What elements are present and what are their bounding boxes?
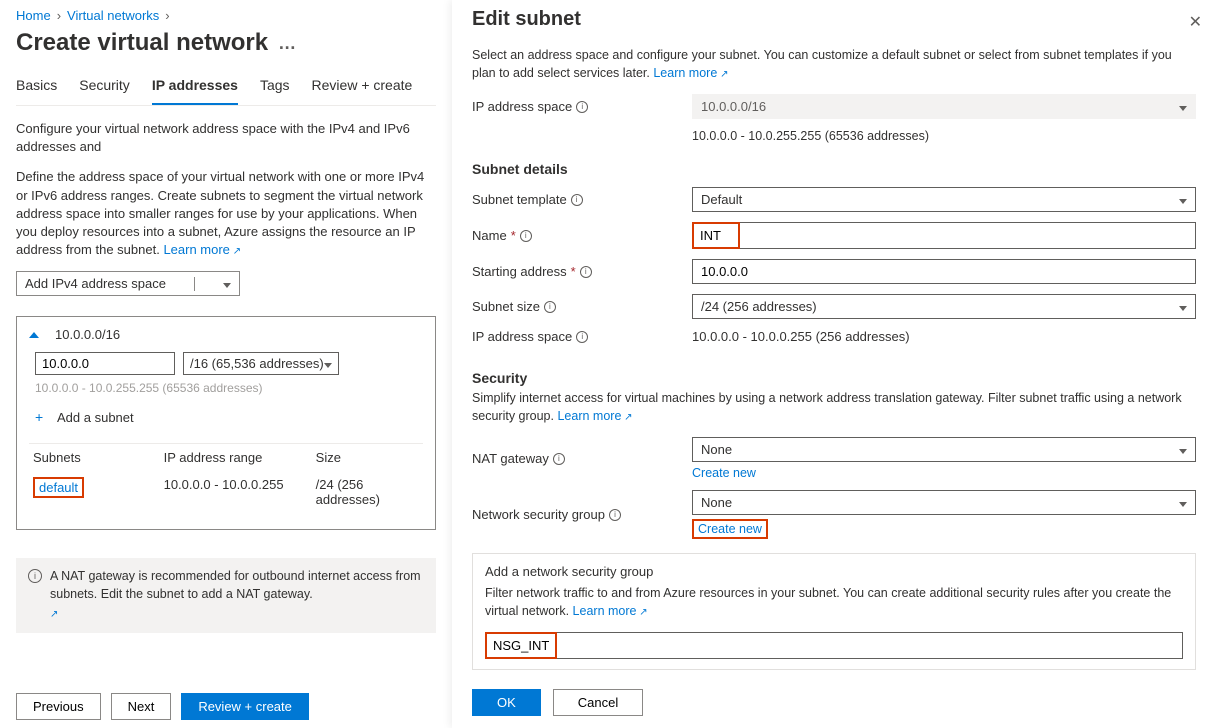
ip-space-range-text: 10.0.0.0 - 10.0.255.255 (65536 addresses… <box>692 129 1196 143</box>
address-space-card: 10.0.0.0/16 /16 (65,536 addresses) 10.0.… <box>16 316 436 530</box>
nsg-name-highlight <box>485 632 557 659</box>
chevron-down-icon <box>223 276 231 291</box>
table-row: default 10.0.0.0 - 10.0.0.255 /24 (256 a… <box>29 471 423 513</box>
tab-security[interactable]: Security <box>79 71 130 105</box>
info-icon[interactable]: i <box>576 101 588 113</box>
add-nsg-box: Add a network security group Filter netw… <box>472 553 1196 670</box>
label-nat: NAT gateway <box>472 451 549 466</box>
cancel-button[interactable]: Cancel <box>553 689 643 716</box>
tab-ip-addresses[interactable]: IP addresses <box>152 71 238 105</box>
edit-subnet-panel: ✕ Edit subnet Select an address space an… <box>452 0 1216 728</box>
info-icon[interactable]: i <box>576 331 588 343</box>
label-subnet-size: Subnet size <box>472 299 540 314</box>
review-create-button[interactable]: Review + create <box>181 693 309 720</box>
col-subnets: Subnets <box>29 450 164 465</box>
panel-footer: OK Cancel <box>472 689 643 716</box>
nat-gateway-select[interactable]: None <box>692 437 1196 462</box>
breadcrumb-home[interactable]: Home <box>16 8 51 23</box>
ip-space-readonly: 10.0.0.0/16 <box>692 94 1196 119</box>
learn-more-link[interactable]: Learn more <box>653 66 728 80</box>
info-icon[interactable]: i <box>553 453 565 465</box>
chevron-down-icon <box>1179 442 1187 457</box>
chevron-right-icon: › <box>165 8 169 23</box>
learn-more-link[interactable]: Learn more <box>163 242 241 257</box>
col-range: IP address range <box>164 450 316 465</box>
label-template: Subnet template <box>472 192 567 207</box>
chevron-down-icon <box>1179 192 1187 207</box>
add-address-space-dropdown[interactable]: Add IPv4 address space <box>16 271 240 296</box>
security-desc: Simplify internet access for virtual mac… <box>472 390 1196 425</box>
starting-address-input[interactable] <box>692 259 1196 284</box>
subnet-name-input[interactable] <box>738 222 1196 249</box>
address-space-cidr: 10.0.0.0/16 <box>55 327 120 342</box>
panel-title: Edit subnet <box>472 8 1196 31</box>
breadcrumb: Home › Virtual networks › <box>16 8 436 23</box>
section-subnet-details: Subnet details <box>472 161 1196 177</box>
address-start-input[interactable] <box>35 352 175 375</box>
section-security: Security <box>472 370 1196 386</box>
tab-tags[interactable]: Tags <box>260 71 290 105</box>
label-starting-address: Starting address <box>472 264 567 279</box>
chevron-right-icon: › <box>57 8 61 23</box>
col-size: Size <box>316 450 423 465</box>
breadcrumb-vnets[interactable]: Virtual networks <box>67 8 159 23</box>
label-calc-space: IP address space <box>472 329 572 344</box>
subnets-table: Subnets IP address range Size default 10… <box>29 443 423 513</box>
subnet-template-select[interactable]: Default <box>692 187 1196 212</box>
calc-space-text: 10.0.0.0 - 10.0.0.255 (256 addresses) <box>692 329 1196 344</box>
info-icon[interactable]: i <box>520 230 532 242</box>
subnet-default-link[interactable]: default <box>39 480 78 495</box>
intro-text-2: Define the address space of your virtual… <box>16 168 436 259</box>
collapse-icon[interactable] <box>29 332 39 338</box>
next-button[interactable]: Next <box>111 693 172 720</box>
nsg-create-new-highlight: Create new <box>692 519 768 539</box>
subnet-size-select[interactable]: /24 (256 addresses) <box>692 294 1196 319</box>
subnet-range: 10.0.0.0 - 10.0.0.255 <box>164 477 316 507</box>
nsg-name-input-highlight[interactable] <box>487 634 555 657</box>
nsg-select[interactable]: None <box>692 490 1196 515</box>
info-icon[interactable]: i <box>544 301 556 313</box>
address-size-select[interactable]: /16 (65,536 addresses) <box>183 352 339 375</box>
label-ip-space: IP address space <box>472 99 572 114</box>
banner-learn-more[interactable] <box>50 605 424 623</box>
chevron-down-icon <box>1179 495 1187 510</box>
tabs: Basics Security IP addresses Tags Review… <box>16 71 436 106</box>
intro-text-1: Configure your virtual network address s… <box>16 120 436 156</box>
info-icon: i <box>28 569 42 583</box>
address-range-text: 10.0.0.0 - 10.0.255.255 (65536 addresses… <box>35 381 423 395</box>
info-icon[interactable]: i <box>580 266 592 278</box>
more-actions-icon[interactable]: … <box>278 33 296 54</box>
ok-button[interactable]: OK <box>472 689 541 716</box>
tab-review[interactable]: Review + create <box>312 71 413 105</box>
subnet-default-highlight: default <box>33 477 84 498</box>
close-icon[interactable]: ✕ <box>1189 12 1202 32</box>
info-icon[interactable]: i <box>609 509 621 521</box>
add-nsg-title: Add a network security group <box>485 564 1183 579</box>
name-highlight <box>692 222 740 249</box>
panel-intro: Select an address space and configure yo… <box>472 47 1196 82</box>
learn-more-link[interactable]: Learn more <box>557 409 632 423</box>
nsg-create-new-link[interactable]: Create new <box>694 521 766 537</box>
plus-icon: + <box>35 409 49 425</box>
add-subnet-link[interactable]: + Add a subnet <box>35 409 423 425</box>
add-nsg-desc: Filter network traffic to and from Azure… <box>485 585 1183 620</box>
previous-button[interactable]: Previous <box>16 693 101 720</box>
nsg-name-input[interactable] <box>555 632 1183 659</box>
chevron-down-icon <box>1179 299 1187 314</box>
wizard-footer: Previous Next Review + create <box>16 693 309 720</box>
chevron-down-icon <box>1179 99 1187 114</box>
label-nsg: Network security group <box>472 507 605 522</box>
page-title: Create virtual network … <box>16 29 436 57</box>
label-name: Name <box>472 228 507 243</box>
tab-basics[interactable]: Basics <box>16 71 57 105</box>
chevron-down-icon <box>324 356 332 371</box>
info-icon[interactable]: i <box>571 194 583 206</box>
subnet-size: /24 (256 addresses) <box>316 477 423 507</box>
nat-gateway-banner: i A NAT gateway is recommended for outbo… <box>16 558 436 633</box>
nat-create-new-link[interactable]: Create new <box>692 466 756 480</box>
learn-more-link[interactable]: Learn more <box>573 604 648 618</box>
subnet-name-input-highlight[interactable] <box>694 224 738 247</box>
